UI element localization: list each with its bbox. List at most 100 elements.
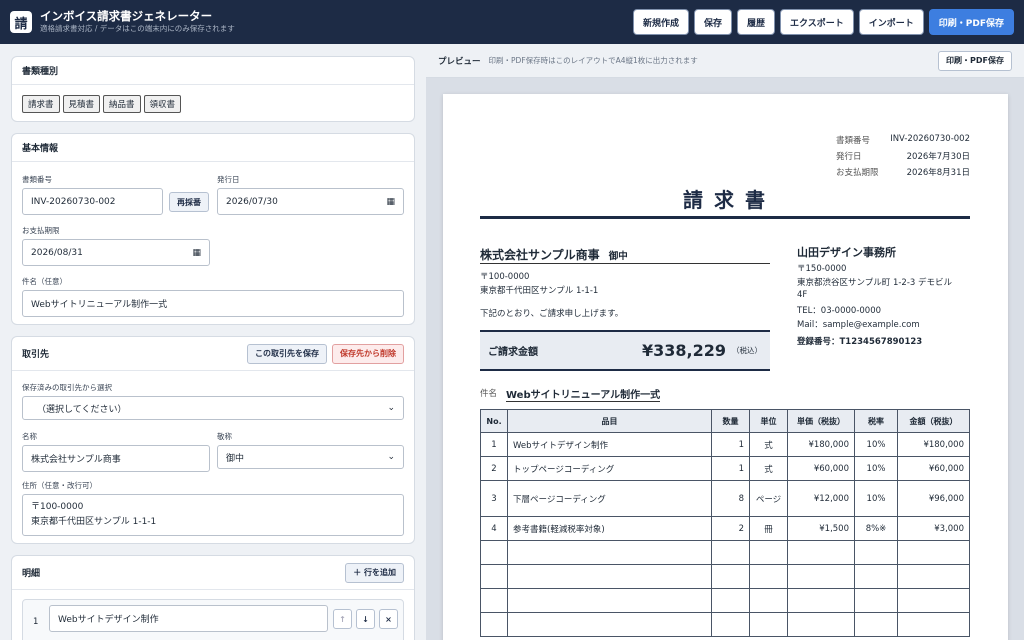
cell-no: 2	[480, 456, 508, 481]
cell-price: ¥12,000	[787, 480, 855, 517]
subject-label-preview: 件名	[480, 389, 498, 399]
honorific-select[interactable]: 御中 ⌄	[217, 445, 404, 469]
client-select[interactable]: （選択してください） ⌄	[22, 396, 404, 420]
preview-print-button[interactable]: 印刷・PDF保存	[938, 50, 1012, 71]
recipient-address: 東京都千代田区サンプル 1-1-1	[480, 286, 599, 296]
cell-unit: 式	[749, 432, 788, 457]
cell-item: トップページコーディング	[507, 456, 712, 481]
client-address-textarea[interactable]: 〒100-0000 東京都千代田区サンプル 1-1-1	[22, 494, 404, 536]
delete-client-button[interactable]: 保存先から削除	[332, 343, 404, 364]
table-row-empty	[480, 540, 970, 565]
doc-type-title: 書類種別	[12, 57, 414, 85]
table-row-empty	[480, 612, 970, 637]
history-button[interactable]: 履歴	[737, 9, 776, 35]
renumber-button[interactable]: 再採番	[169, 192, 209, 212]
doc-type-delivery[interactable]: 納品書	[103, 95, 141, 113]
issue-date-value: 2026/07/30	[226, 196, 278, 207]
calendar-icon[interactable]: ▦	[192, 248, 201, 258]
cell-no: 3	[480, 480, 508, 517]
issuer-zip: 〒150-0000	[797, 264, 847, 274]
cell-price: ¥180,000	[787, 432, 855, 457]
doc-type-estimate[interactable]: 見積書	[62, 95, 101, 113]
meta-due: 2026年8月31日	[906, 168, 970, 178]
issuer-tel: TEL：03-0000-0000	[797, 306, 882, 316]
calendar-icon[interactable]: ▦	[386, 197, 395, 207]
client-select-value: （選択してください）	[37, 404, 127, 415]
chevron-down-icon: ⌄	[387, 403, 395, 413]
amount-value: ¥338,229	[641, 341, 726, 360]
client-name-input[interactable]: 株式会社サンプル商事	[22, 445, 210, 472]
basic-info-title: 基本情報	[12, 134, 414, 162]
preview-label: プレビュー	[438, 56, 481, 67]
subject-input[interactable]: Webサイトリニューアル制作一式	[22, 290, 404, 317]
doc-type-card: 書類種別 請求書 見積書 納品書 領収書	[11, 56, 415, 122]
cell-item: Webサイトデザイン制作	[507, 432, 712, 457]
new-button[interactable]: 新規作成	[632, 9, 689, 35]
cell-qty: 8	[711, 480, 750, 517]
doc-type-receipt[interactable]: 領収書	[143, 95, 182, 113]
invoice-paper: 書類番号 INV-20260730-002 発行日 2026年7月30日 お支払…	[443, 94, 1008, 640]
meta-issue: 2026年7月30日	[906, 152, 970, 162]
meta-due-label: お支払期限	[836, 168, 879, 178]
lines-title: 明細	[22, 569, 41, 579]
move-down-button[interactable]: ↓	[356, 609, 375, 629]
issue-date-input[interactable]: 2026/07/30 ▦	[217, 188, 404, 215]
doc-title: 請 求 書	[683, 188, 767, 212]
print-pdf-button[interactable]: 印刷・PDF保存	[928, 9, 1014, 35]
doc-type-invoice[interactable]: 請求書	[22, 95, 60, 113]
lines-card: 明細 ＋ 行を追加 1 Webサイトデザイン制作 ↑ ↓ ×	[11, 555, 415, 640]
save-client-button[interactable]: この取引先を保存	[247, 343, 327, 364]
cell-unit: 式	[749, 456, 788, 481]
recipient-name: 株式会社サンプル商事	[480, 248, 600, 262]
subject-preview: Webサイトリニューアル制作一式	[506, 386, 661, 402]
cell-no: 4	[480, 516, 508, 541]
line-item-input[interactable]: Webサイトデザイン制作	[49, 605, 328, 632]
cell-price: ¥1,500	[787, 516, 855, 541]
issue-date-label: 発行日	[217, 175, 240, 184]
cell-tax: 10%	[854, 480, 898, 517]
client-address-line2: 東京都千代田区サンプル 1-1-1	[31, 517, 157, 527]
doc-number-input[interactable]: INV-20260730-002	[22, 188, 163, 215]
tax-note: （税込）	[732, 346, 762, 355]
issuer-registration: 登録番号：T1234567890123	[797, 337, 923, 347]
remove-row-button[interactable]: ×	[379, 609, 398, 629]
cell-no: 1	[480, 432, 508, 457]
table-row: 4 参考書籍(軽減税率対象) 2 冊 ¥1,500 8%※ ¥3,000	[480, 516, 970, 541]
cell-qty: 2	[711, 516, 750, 541]
due-date-value: 2026/08/31	[31, 247, 83, 258]
move-up-button[interactable]: ↑	[333, 609, 352, 629]
cell-unit: 冊	[749, 516, 788, 541]
cell-amount: ¥180,000	[897, 432, 970, 457]
import-button[interactable]: インポート	[858, 9, 924, 35]
col-qty: 数量	[711, 409, 750, 433]
export-button[interactable]: エクスポート	[780, 9, 854, 35]
preview-panel: プレビュー 印刷・PDF保存時はこのレイアウトでA4縦1枚に出力されます 印刷・…	[426, 44, 1024, 640]
honorific-label: 敬称	[217, 432, 232, 441]
client-title: 取引先	[22, 350, 50, 360]
save-button[interactable]: 保存	[694, 9, 733, 35]
table-row: 3 下層ページコーディング 8 ページ ¥12,000 10% ¥96,000	[480, 480, 970, 517]
table-row-empty	[480, 564, 970, 589]
cell-unit: ページ	[749, 480, 788, 517]
table-row: 1 Webサイトデザイン制作 1 式 ¥180,000 10% ¥180,000	[480, 432, 970, 457]
cell-tax: 10%	[854, 432, 898, 457]
items-table: No. 品目 数量 単位 単価（税抜） 税率 金額（税抜） 1 Webサイトデザ…	[480, 409, 970, 637]
chevron-down-icon: ⌄	[387, 452, 395, 462]
add-row-button[interactable]: ＋ 行を追加	[345, 562, 404, 583]
col-tax: 税率	[854, 409, 898, 433]
col-price: 単価（税抜）	[787, 409, 855, 433]
meta-number: INV-20260730-002	[890, 134, 970, 144]
client-address-label: 住所（任意・改行可）	[22, 481, 97, 490]
client-select-label: 保存済みの取引先から選択	[22, 383, 112, 392]
issuer-address-1: 東京都渋谷区サンプル町 1-2-3 デモビル	[797, 278, 953, 288]
table-row: 2 トップページコーディング 1 式 ¥60,000 10% ¥60,000	[480, 456, 970, 481]
col-no: No.	[480, 409, 508, 433]
cell-amount: ¥3,000	[897, 516, 970, 541]
client-card: 取引先 この取引先を保存 保存先から削除 保存済みの取引先から選択 （選択してく…	[11, 336, 415, 544]
cell-price: ¥60,000	[787, 456, 855, 481]
app-title: インボイス請求書ジェネレーター	[40, 9, 213, 23]
amount-label: ご請求金額	[488, 347, 538, 358]
greeting: 下記のとおり、ご請求申し上げます。	[480, 309, 624, 319]
due-date-input[interactable]: 2026/08/31 ▦	[22, 239, 210, 266]
cell-tax: 8%※	[854, 516, 898, 541]
